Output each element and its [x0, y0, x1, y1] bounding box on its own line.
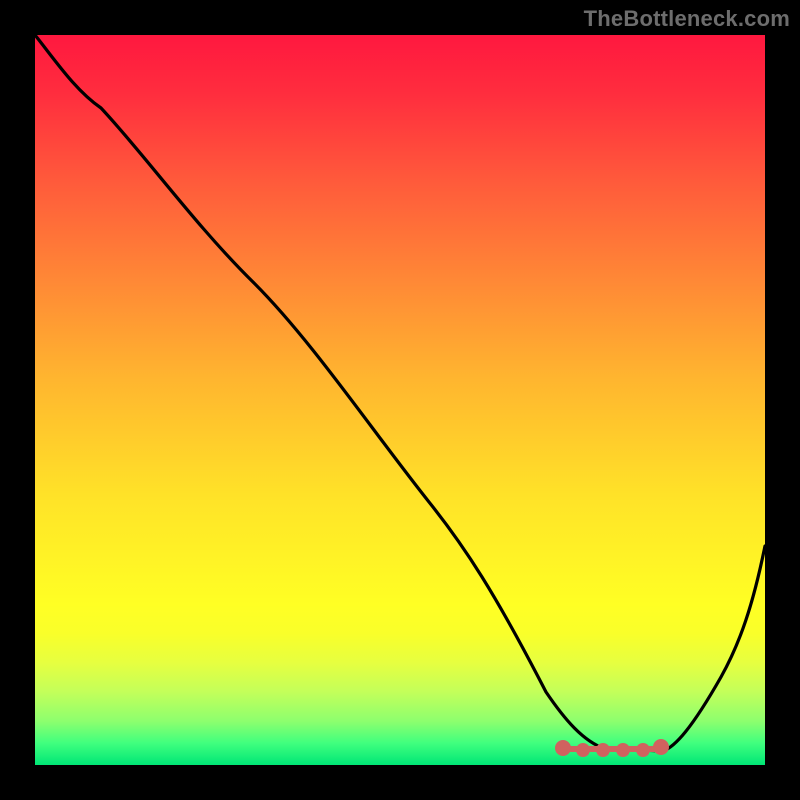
watermark-text: TheBottleneck.com: [584, 6, 790, 32]
bottleneck-curve: [35, 35, 765, 765]
plot-area: [35, 35, 765, 765]
chart-frame: TheBottleneck.com: [0, 0, 800, 800]
flat-minimum-marker: [558, 742, 666, 754]
curve-path: [35, 35, 765, 751]
